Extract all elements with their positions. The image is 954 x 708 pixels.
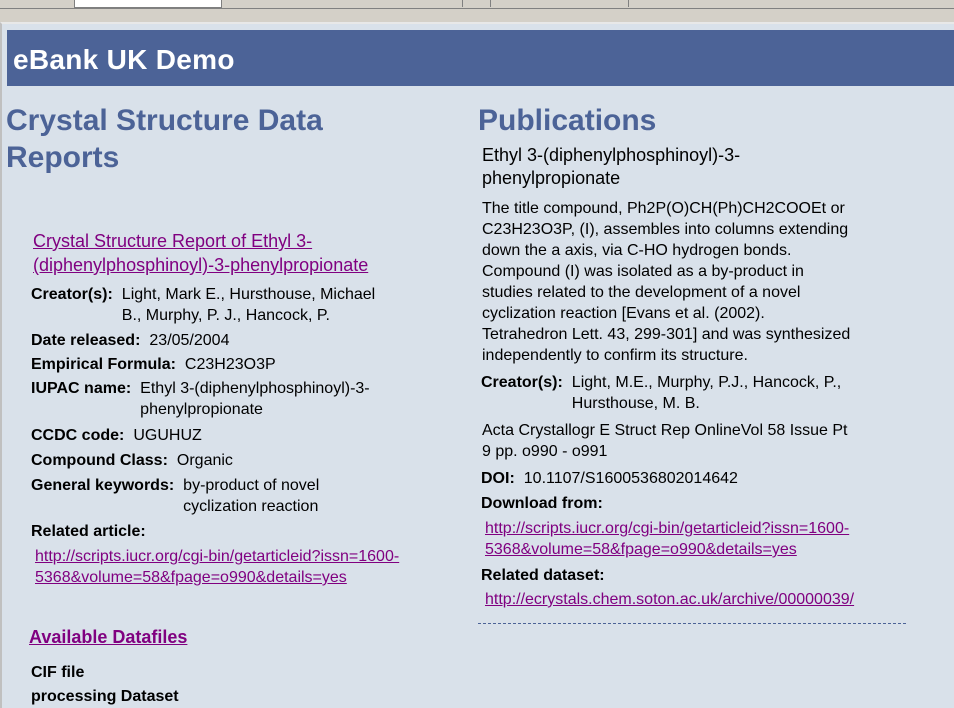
iupac-label: IUPAC name:	[31, 380, 132, 397]
reports-heading-line2: Reports	[6, 141, 120, 174]
doi-value: 10.1107/S1600536802014642	[523, 470, 738, 487]
doi-row: DOI: 10.1107/S1600536802014642	[481, 468, 738, 489]
report-title-line2[interactable]: (diphenylphosphinoyl)-3-phenylpropionate	[33, 253, 368, 277]
section-divider	[478, 623, 906, 624]
creators-value: Light, Mark E., Hursthouse, Michael B., …	[122, 284, 375, 326]
pub-creators-label: Creator(s):	[481, 374, 563, 391]
abstract-line: The title compound, Ph2P(O)CH(Ph)CH2COOE…	[482, 200, 845, 217]
site-banner: eBank UK Demo	[7, 30, 954, 86]
datafile-cif: CIF file	[31, 664, 85, 681]
abstract-line: independently to confirm its structure.	[482, 347, 748, 364]
download-link-line1[interactable]: http://scripts.iucr.org/cgi-bin/getartic…	[485, 518, 849, 539]
keywords-value: by-product of novel cyclization reaction	[183, 475, 319, 517]
keywords-label: General keywords:	[31, 477, 175, 494]
creators-row: Creator(s): Light, Mark E., Hursthouse, …	[31, 284, 375, 326]
reports-heading-line1: Crystal Structure Data	[6, 104, 323, 137]
ccdc-value: UGUHUZ	[133, 427, 202, 444]
keywords-line1: by-product of novel	[183, 477, 320, 494]
publication-abstract: The title compound, Ph2P(O)CH(Ph)CH2COOE…	[482, 198, 850, 366]
iupac-row: IUPAC name: Ethyl 3-(diphenylphosphinoyl…	[31, 378, 370, 420]
formula-value: C23H23O3P	[184, 356, 276, 373]
class-label: Compound Class:	[31, 452, 168, 469]
download-link-line2[interactable]: 5368&volume=58&fpage=o990&details=yes	[485, 539, 849, 560]
creators-line2: B., Murphy, P. J., Hancock, P.	[121, 307, 330, 324]
ccdc-label: CCDC code:	[31, 427, 125, 444]
abstract-line: cyclization reaction [Evans et al. (2002…	[482, 305, 765, 322]
journal-citation-line2: 9 pp. o990 - o991	[482, 443, 608, 460]
related-article-link-line2[interactable]: 5368&volume=58&fpage=o990&details=yes	[35, 567, 399, 588]
address-field[interactable]	[74, 0, 222, 8]
formula-row: Empirical Formula: C23H23O3P	[31, 354, 276, 375]
toolbar-separator	[490, 0, 491, 7]
iupac-line1: Ethyl 3-(diphenylphosphinoyl)-3-	[140, 380, 370, 397]
related-dataset-label: Related dataset:	[481, 567, 605, 584]
report-title-line1[interactable]: Crystal Structure Report of Ethyl 3-	[33, 229, 368, 253]
iupac-value: Ethyl 3-(diphenylphosphinoyl)-3- phenylp…	[140, 378, 369, 420]
iupac-line2: phenylpropionate	[140, 401, 263, 418]
pub-creators-row: Creator(s): Light, M.E., Murphy, P.J., H…	[481, 372, 841, 414]
formula-label: Empirical Formula:	[31, 356, 176, 373]
available-datafiles-link[interactable]: Available Datafiles	[29, 625, 187, 649]
abstract-line: C23H23O3P, (I), assembles into columns e…	[482, 221, 849, 238]
class-value: Organic	[176, 452, 233, 469]
pub-creators-line1: Light, M.E., Murphy, P.J., Hancock, P.,	[571, 374, 842, 391]
toolbar-separator	[462, 0, 463, 7]
class-row: Compound Class: Organic	[31, 450, 233, 471]
related-dataset-link[interactable]: http://ecrystals.chem.soton.ac.uk/archiv…	[485, 589, 854, 610]
keywords-row: General keywords: by-product of novel cy…	[31, 475, 319, 517]
abstract-line: studies related to the development of a …	[482, 284, 801, 301]
keywords-line2: cyclization reaction	[183, 498, 319, 515]
site-title: eBank UK Demo	[13, 44, 235, 75]
publications-heading: Publications	[478, 104, 657, 137]
publication-title-line1: Ethyl 3-(diphenylphosphinoyl)-3-	[482, 145, 741, 165]
doi-label: DOI:	[481, 470, 515, 487]
page-frame: eBank UK Demo Crystal Structure Data Rep…	[0, 22, 954, 708]
creators-label: Creator(s):	[31, 286, 113, 303]
abstract-line: Compound (I) was isolated as a by-produc…	[482, 263, 804, 280]
related-article-link[interactable]: http://scripts.iucr.org/cgi-bin/getartic…	[35, 546, 399, 588]
creators-line1: Light, Mark E., Hursthouse, Michael	[121, 286, 376, 303]
abstract-line: down the a axis, via C-HO hydrogen bonds…	[482, 242, 792, 259]
download-link[interactable]: http://scripts.iucr.org/cgi-bin/getartic…	[485, 518, 849, 560]
ccdc-row: CCDC code: UGUHUZ	[31, 425, 202, 446]
related-article-link-line1[interactable]: http://scripts.iucr.org/cgi-bin/getartic…	[35, 546, 399, 567]
toolbar-separator	[628, 0, 629, 7]
pub-creators-value: Light, M.E., Murphy, P.J., Hancock, P., …	[572, 372, 841, 414]
browser-toolbar-strip	[0, 0, 954, 9]
journal-citation-line1: Acta Crystallogr E Struct Rep OnlineVol …	[482, 422, 848, 439]
pub-creators-line2: Hursthouse, M. B.	[571, 395, 700, 412]
date-value: 23/05/2004	[149, 332, 230, 349]
publication-title-line2: phenylpropionate	[482, 168, 621, 188]
publication-title: Ethyl 3-(diphenylphosphinoyl)-3- phenylp…	[482, 144, 740, 190]
report-title-link[interactable]: Crystal Structure Report of Ethyl 3- (di…	[33, 229, 368, 277]
journal-citation: Acta Crystallogr E Struct Rep OnlineVol …	[482, 420, 848, 462]
download-from-label: Download from:	[481, 495, 603, 512]
related-article-label: Related article:	[31, 523, 146, 540]
abstract-line: Tetrahedron Lett. 43, 299-301] and was s…	[482, 326, 851, 343]
date-row: Date released: 23/05/2004	[31, 330, 229, 351]
datafile-processing-dataset: processing Dataset	[31, 688, 179, 705]
date-label: Date released:	[31, 332, 141, 349]
